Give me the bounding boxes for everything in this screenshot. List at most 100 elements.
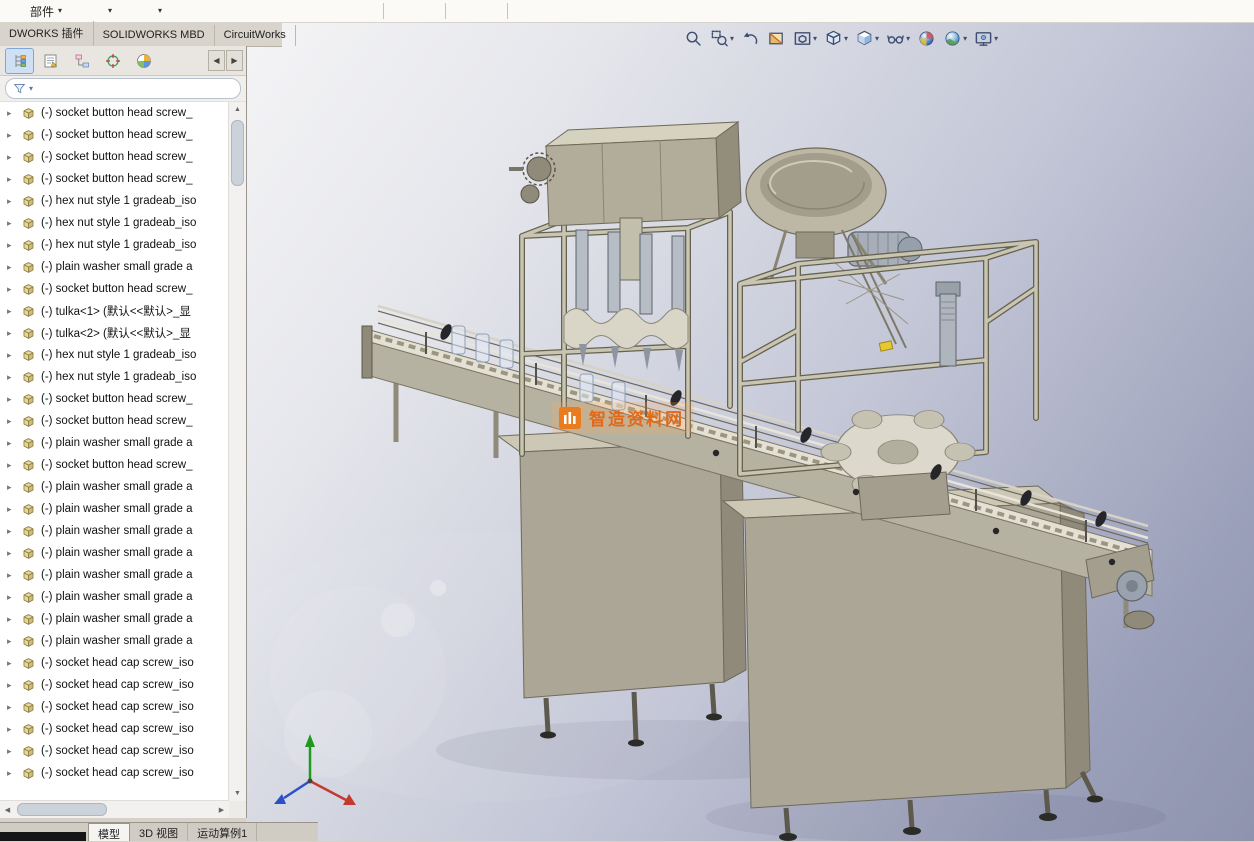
- tree-item[interactable]: ▸ (-) hex nut style 1 gradeab_iso: [0, 212, 229, 234]
- tree-item[interactable]: ▸ (-) socket button head screw_: [0, 102, 229, 124]
- scroll-right-icon[interactable]: ▶: [214, 802, 229, 817]
- tree-item[interactable]: ▸ (-) socket head cap screw_iso: [0, 718, 229, 740]
- tree-item[interactable]: ▸ (-) plain washer small grade a: [0, 498, 229, 520]
- tree-item[interactable]: ▸ (-) tulka<1> (默认<<默认>_显: [0, 300, 229, 322]
- tree-item[interactable]: ▸ (-) hex nut style 1 gradeab_iso: [0, 344, 229, 366]
- tree-item[interactable]: ▸ (-) socket head cap screw_iso: [0, 674, 229, 696]
- expand-arrow-icon[interactable]: ▸: [7, 175, 16, 184]
- tree-item[interactable]: ▸ (-) plain washer small grade a: [0, 630, 229, 652]
- expand-arrow-icon[interactable]: ▸: [7, 153, 16, 162]
- tree-item[interactable]: ▸ (-) socket head cap screw_iso: [0, 762, 229, 784]
- commandmanager-tab[interactable]: SOLIDWORKS MBD: [94, 25, 215, 46]
- expand-arrow-icon[interactable]: ▸: [7, 571, 16, 580]
- panel-tab-scroll-left[interactable]: ◀: [208, 50, 225, 71]
- expand-arrow-icon[interactable]: ▸: [7, 747, 16, 756]
- expand-arrow-icon[interactable]: ▸: [7, 681, 16, 690]
- tree-item[interactable]: ▸ (-) plain washer small grade a: [0, 520, 229, 542]
- expand-arrow-icon[interactable]: ▸: [7, 505, 16, 514]
- view-settings-icon[interactable]: ▾: [972, 27, 1000, 50]
- expand-arrow-icon[interactable]: ▸: [7, 461, 16, 470]
- tree-item[interactable]: ▸ (-) socket button head screw_: [0, 410, 229, 432]
- tree-item[interactable]: ▸ (-) hex nut style 1 gradeab_iso: [0, 190, 229, 212]
- menu-dropdown-2[interactable]: ▾: [154, 0, 166, 22]
- tree-item[interactable]: ▸ (-) socket button head screw_: [0, 124, 229, 146]
- expand-arrow-icon[interactable]: ▸: [7, 131, 16, 140]
- expand-arrow-icon[interactable]: ▸: [7, 417, 16, 426]
- expand-arrow-icon[interactable]: ▸: [7, 439, 16, 448]
- expand-arrow-icon[interactable]: ▸: [7, 197, 16, 206]
- tree-item[interactable]: ▸ (-) plain washer small grade a: [0, 564, 229, 586]
- edit-appearance-icon[interactable]: [915, 27, 938, 50]
- 3d-drawing-view-icon[interactable]: ▾: [791, 27, 819, 50]
- menu-dropdown-1[interactable]: ▾: [104, 0, 116, 22]
- propertymanager-tab[interactable]: [36, 48, 65, 74]
- tree-item[interactable]: ▸ (-) plain washer small grade a: [0, 586, 229, 608]
- expand-arrow-icon[interactable]: ▸: [7, 109, 16, 118]
- tree-item[interactable]: ▸ (-) plain washer small grade a: [0, 608, 229, 630]
- display-style-icon[interactable]: ▾: [853, 27, 881, 50]
- expand-arrow-icon[interactable]: ▸: [7, 659, 16, 668]
- expand-arrow-icon[interactable]: ▸: [7, 329, 16, 338]
- tree-item[interactable]: ▸ (-) socket button head screw_: [0, 168, 229, 190]
- cad-model-bottling-line[interactable]: [246, 22, 1254, 841]
- expand-arrow-icon[interactable]: ▸: [7, 483, 16, 492]
- previous-view-icon[interactable]: [739, 27, 762, 50]
- dimxpertmanager-tab[interactable]: [98, 48, 127, 74]
- apply-scene-icon[interactable]: ▾: [941, 27, 969, 50]
- expand-arrow-icon[interactable]: ▸: [7, 593, 16, 602]
- expand-arrow-icon[interactable]: ▸: [7, 351, 16, 360]
- expand-arrow-icon[interactable]: ▸: [7, 219, 16, 228]
- expand-arrow-icon[interactable]: ▸: [7, 395, 16, 404]
- expand-arrow-icon[interactable]: ▸: [7, 263, 16, 272]
- expand-arrow-icon[interactable]: ▸: [7, 373, 16, 382]
- scroll-up-icon[interactable]: ▲: [229, 102, 246, 117]
- tree-item[interactable]: ▸ (-) hex nut style 1 gradeab_iso: [0, 366, 229, 388]
- configurationmanager-tab[interactable]: [67, 48, 96, 74]
- commandmanager-tab[interactable]: CircuitWorks: [215, 25, 296, 46]
- displaymanager-tab[interactable]: [129, 48, 158, 74]
- expand-arrow-icon[interactable]: ▸: [7, 615, 16, 624]
- expand-arrow-icon[interactable]: ▸: [7, 549, 16, 558]
- tree-item[interactable]: ▸ (-) socket head cap screw_iso: [0, 652, 229, 674]
- tree-item[interactable]: ▸ (-) hex nut style 1 gradeab_iso: [0, 234, 229, 256]
- tree-item[interactable]: ▸ (-) socket button head screw_: [0, 454, 229, 476]
- tree-item[interactable]: ▸ (-) socket head cap screw_iso: [0, 696, 229, 718]
- tree-item[interactable]: ▸ (-) plain washer small grade a: [0, 256, 229, 278]
- expand-arrow-icon[interactable]: ▸: [7, 241, 16, 250]
- tree-item[interactable]: ▸ (-) tulka<2> (默认<<默认>_显: [0, 322, 229, 344]
- vertical-scroll-thumb[interactable]: [231, 120, 244, 186]
- hide-show-items-icon[interactable]: ▾: [884, 27, 912, 50]
- menu-item-component[interactable]: 部件 ▾: [26, 0, 66, 22]
- scroll-down-icon[interactable]: ▼: [229, 786, 246, 801]
- expand-arrow-icon[interactable]: ▸: [7, 725, 16, 734]
- document-tab[interactable]: 运动算例1: [188, 823, 257, 841]
- commandmanager-tab[interactable]: DWORKS 插件: [0, 21, 94, 46]
- graphics-area[interactable]: ▾ ▾ ▾ ▾ ▾ ▾: [246, 22, 1254, 841]
- tree-item[interactable]: ▸ (-) plain washer small grade a: [0, 476, 229, 498]
- tree-item[interactable]: ▸ (-) plain washer small grade a: [0, 542, 229, 564]
- expand-arrow-icon[interactable]: ▸: [7, 769, 16, 778]
- tree-horizontal-scrollbar[interactable]: ◀ ▶: [0, 800, 229, 818]
- zoom-fit-icon[interactable]: [682, 27, 705, 50]
- expand-arrow-icon[interactable]: ▸: [7, 527, 16, 536]
- featuremanager-tree-tab[interactable]: [5, 48, 34, 74]
- expand-arrow-icon[interactable]: ▸: [7, 637, 16, 646]
- section-view-icon[interactable]: [765, 27, 788, 50]
- expand-arrow-icon[interactable]: ▸: [7, 307, 16, 316]
- zoom-area-icon[interactable]: ▾: [708, 27, 736, 50]
- filter-input[interactable]: [36, 80, 233, 97]
- expand-arrow-icon[interactable]: ▸: [7, 703, 16, 712]
- expand-arrow-icon[interactable]: ▸: [7, 285, 16, 294]
- tree-item[interactable]: ▸ (-) plain washer small grade a: [0, 432, 229, 454]
- view-orientation-icon[interactable]: ▾: [822, 27, 850, 50]
- tree-item[interactable]: ▸ (-) socket button head screw_: [0, 146, 229, 168]
- tree-filter-box[interactable]: ▾: [5, 78, 241, 99]
- tree-item[interactable]: ▸ (-) socket button head screw_: [0, 388, 229, 410]
- panel-tab-scroll-right[interactable]: ▶: [226, 50, 243, 71]
- tree-item[interactable]: ▸ (-) socket button head screw_: [0, 278, 229, 300]
- scroll-left-icon[interactable]: ◀: [0, 802, 15, 817]
- document-tab[interactable]: 模型: [88, 823, 130, 841]
- tree-item[interactable]: ▸ (-) socket head cap screw_iso: [0, 740, 229, 762]
- tree-vertical-scrollbar[interactable]: ▲ ▼: [228, 102, 246, 801]
- horizontal-scroll-thumb[interactable]: [17, 803, 107, 816]
